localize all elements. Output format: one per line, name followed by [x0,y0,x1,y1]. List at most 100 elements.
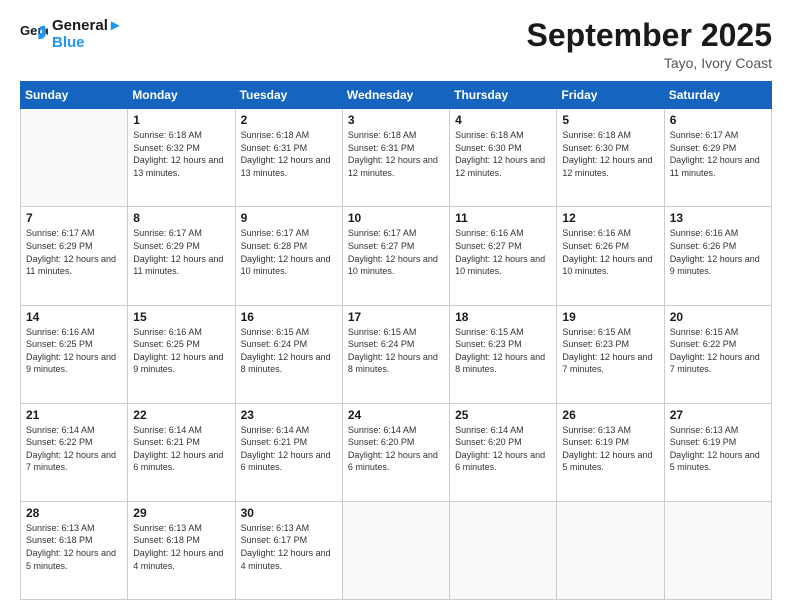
weekday-header: Wednesday [342,82,449,109]
weekday-header: Saturday [664,82,771,109]
day-number: 3 [348,113,444,127]
calendar-cell: 6 Sunrise: 6:17 AMSunset: 6:29 PMDayligh… [664,109,771,207]
cell-info: Sunrise: 6:13 AMSunset: 6:18 PMDaylight:… [26,522,122,572]
day-number: 6 [670,113,766,127]
day-number: 16 [241,310,337,324]
day-number: 27 [670,408,766,422]
calendar-cell: 27 Sunrise: 6:13 AMSunset: 6:19 PMDaylig… [664,403,771,501]
calendar-cell: 4 Sunrise: 6:18 AMSunset: 6:30 PMDayligh… [450,109,557,207]
weekday-header-row: SundayMondayTuesdayWednesdayThursdayFrid… [21,82,772,109]
logo-text: General► Blue [52,18,123,51]
page: General General► Blue September 2025 Tay… [0,0,792,612]
cell-info: Sunrise: 6:15 AMSunset: 6:22 PMDaylight:… [670,326,766,376]
cell-info: Sunrise: 6:13 AMSunset: 6:18 PMDaylight:… [133,522,229,572]
cell-info: Sunrise: 6:17 AMSunset: 6:29 PMDaylight:… [670,129,766,179]
calendar-cell: 23 Sunrise: 6:14 AMSunset: 6:21 PMDaylig… [235,403,342,501]
calendar-cell [342,501,449,599]
day-number: 12 [562,211,658,225]
day-number: 5 [562,113,658,127]
day-number: 30 [241,506,337,520]
day-number: 29 [133,506,229,520]
weekday-header: Thursday [450,82,557,109]
calendar-cell: 14 Sunrise: 6:16 AMSunset: 6:25 PMDaylig… [21,305,128,403]
day-number: 7 [26,211,122,225]
logo-icon: General [20,21,48,49]
calendar-cell: 21 Sunrise: 6:14 AMSunset: 6:22 PMDaylig… [21,403,128,501]
day-number: 13 [670,211,766,225]
calendar-cell [664,501,771,599]
calendar-table: SundayMondayTuesdayWednesdayThursdayFrid… [20,81,772,600]
cell-info: Sunrise: 6:17 AMSunset: 6:29 PMDaylight:… [26,227,122,277]
cell-info: Sunrise: 6:13 AMSunset: 6:17 PMDaylight:… [241,522,337,572]
calendar-cell: 8 Sunrise: 6:17 AMSunset: 6:29 PMDayligh… [128,207,235,305]
day-number: 25 [455,408,551,422]
cell-info: Sunrise: 6:16 AMSunset: 6:25 PMDaylight:… [133,326,229,376]
day-number: 11 [455,211,551,225]
calendar-cell [21,109,128,207]
cell-info: Sunrise: 6:15 AMSunset: 6:23 PMDaylight:… [562,326,658,376]
calendar-week-row: 14 Sunrise: 6:16 AMSunset: 6:25 PMDaylig… [21,305,772,403]
calendar-cell: 25 Sunrise: 6:14 AMSunset: 6:20 PMDaylig… [450,403,557,501]
calendar-week-row: 28 Sunrise: 6:13 AMSunset: 6:18 PMDaylig… [21,501,772,599]
cell-info: Sunrise: 6:14 AMSunset: 6:20 PMDaylight:… [455,424,551,474]
cell-info: Sunrise: 6:17 AMSunset: 6:28 PMDaylight:… [241,227,337,277]
day-number: 23 [241,408,337,422]
calendar-cell: 1 Sunrise: 6:18 AMSunset: 6:32 PMDayligh… [128,109,235,207]
day-number: 20 [670,310,766,324]
calendar-cell: 19 Sunrise: 6:15 AMSunset: 6:23 PMDaylig… [557,305,664,403]
header: General General► Blue September 2025 Tay… [20,18,772,71]
calendar-cell: 9 Sunrise: 6:17 AMSunset: 6:28 PMDayligh… [235,207,342,305]
calendar-cell: 30 Sunrise: 6:13 AMSunset: 6:17 PMDaylig… [235,501,342,599]
calendar-cell: 29 Sunrise: 6:13 AMSunset: 6:18 PMDaylig… [128,501,235,599]
cell-info: Sunrise: 6:15 AMSunset: 6:23 PMDaylight:… [455,326,551,376]
weekday-header: Tuesday [235,82,342,109]
cell-info: Sunrise: 6:14 AMSunset: 6:21 PMDaylight:… [133,424,229,474]
calendar-cell: 11 Sunrise: 6:16 AMSunset: 6:27 PMDaylig… [450,207,557,305]
day-number: 21 [26,408,122,422]
cell-info: Sunrise: 6:13 AMSunset: 6:19 PMDaylight:… [670,424,766,474]
cell-info: Sunrise: 6:16 AMSunset: 6:25 PMDaylight:… [26,326,122,376]
calendar-cell: 26 Sunrise: 6:13 AMSunset: 6:19 PMDaylig… [557,403,664,501]
cell-info: Sunrise: 6:14 AMSunset: 6:22 PMDaylight:… [26,424,122,474]
calendar-cell: 2 Sunrise: 6:18 AMSunset: 6:31 PMDayligh… [235,109,342,207]
calendar-week-row: 7 Sunrise: 6:17 AMSunset: 6:29 PMDayligh… [21,207,772,305]
title-block: September 2025 Tayo, Ivory Coast [527,18,772,71]
logo: General General► Blue [20,18,123,51]
cell-info: Sunrise: 6:18 AMSunset: 6:30 PMDaylight:… [455,129,551,179]
calendar-week-row: 21 Sunrise: 6:14 AMSunset: 6:22 PMDaylig… [21,403,772,501]
calendar-cell: 7 Sunrise: 6:17 AMSunset: 6:29 PMDayligh… [21,207,128,305]
calendar-cell: 12 Sunrise: 6:16 AMSunset: 6:26 PMDaylig… [557,207,664,305]
day-number: 18 [455,310,551,324]
month-title: September 2025 [527,18,772,53]
calendar-cell: 18 Sunrise: 6:15 AMSunset: 6:23 PMDaylig… [450,305,557,403]
calendar-cell [557,501,664,599]
cell-info: Sunrise: 6:18 AMSunset: 6:32 PMDaylight:… [133,129,229,179]
day-number: 2 [241,113,337,127]
day-number: 4 [455,113,551,127]
calendar-cell: 15 Sunrise: 6:16 AMSunset: 6:25 PMDaylig… [128,305,235,403]
cell-info: Sunrise: 6:17 AMSunset: 6:29 PMDaylight:… [133,227,229,277]
day-number: 22 [133,408,229,422]
day-number: 14 [26,310,122,324]
calendar-cell: 17 Sunrise: 6:15 AMSunset: 6:24 PMDaylig… [342,305,449,403]
weekday-header: Sunday [21,82,128,109]
cell-info: Sunrise: 6:17 AMSunset: 6:27 PMDaylight:… [348,227,444,277]
calendar-cell: 13 Sunrise: 6:16 AMSunset: 6:26 PMDaylig… [664,207,771,305]
weekday-header: Friday [557,82,664,109]
day-number: 1 [133,113,229,127]
calendar-week-row: 1 Sunrise: 6:18 AMSunset: 6:32 PMDayligh… [21,109,772,207]
cell-info: Sunrise: 6:18 AMSunset: 6:31 PMDaylight:… [348,129,444,179]
calendar-cell: 28 Sunrise: 6:13 AMSunset: 6:18 PMDaylig… [21,501,128,599]
location: Tayo, Ivory Coast [527,55,772,71]
day-number: 26 [562,408,658,422]
day-number: 28 [26,506,122,520]
day-number: 8 [133,211,229,225]
cell-info: Sunrise: 6:13 AMSunset: 6:19 PMDaylight:… [562,424,658,474]
cell-info: Sunrise: 6:15 AMSunset: 6:24 PMDaylight:… [348,326,444,376]
weekday-header: Monday [128,82,235,109]
day-number: 19 [562,310,658,324]
day-number: 17 [348,310,444,324]
calendar-cell: 3 Sunrise: 6:18 AMSunset: 6:31 PMDayligh… [342,109,449,207]
cell-info: Sunrise: 6:14 AMSunset: 6:20 PMDaylight:… [348,424,444,474]
cell-info: Sunrise: 6:14 AMSunset: 6:21 PMDaylight:… [241,424,337,474]
